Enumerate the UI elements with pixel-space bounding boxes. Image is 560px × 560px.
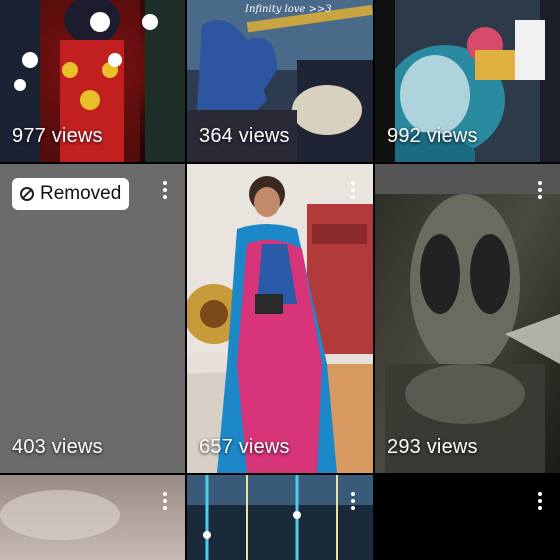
- video-thumbnail: [375, 164, 560, 473]
- video-tile[interactable]: [375, 475, 560, 560]
- view-count: 977 views: [12, 125, 103, 147]
- more-options-button[interactable]: [345, 489, 361, 513]
- removed-badge: Removed: [12, 178, 130, 210]
- video-tile[interactable]: 992 views: [375, 0, 560, 162]
- video-thumbnail: [0, 475, 185, 560]
- video-tile[interactable]: 657 views: [187, 164, 373, 473]
- removed-label: Removed: [40, 183, 122, 204]
- view-count: 293 views: [387, 436, 478, 458]
- video-tile[interactable]: Infinity love >>3 364 views: [187, 0, 373, 162]
- video-thumbnail: [187, 164, 373, 473]
- video-tile[interactable]: [187, 475, 373, 560]
- ban-icon: [20, 187, 34, 201]
- video-thumbnail: [187, 475, 373, 560]
- more-options-button[interactable]: [532, 489, 548, 513]
- view-count: 403 views: [12, 436, 103, 458]
- video-tile[interactable]: 293 views: [375, 164, 560, 473]
- view-count: 364 views: [199, 125, 290, 147]
- more-options-button[interactable]: [157, 489, 173, 513]
- video-tile[interactable]: [0, 475, 185, 560]
- more-options-button[interactable]: [532, 178, 548, 202]
- video-grid: 977 views Infinity love >>3 364 views 99…: [0, 0, 560, 560]
- video-tile[interactable]: 977 views: [0, 0, 185, 162]
- video-tile-removed[interactable]: Removed 403 views: [0, 164, 185, 473]
- view-count: 992 views: [387, 125, 478, 147]
- view-count: 657 views: [199, 436, 290, 458]
- more-options-button[interactable]: [345, 178, 361, 202]
- thumbnail-caption: Infinity love >>3: [244, 4, 332, 15]
- more-options-button[interactable]: [157, 178, 173, 202]
